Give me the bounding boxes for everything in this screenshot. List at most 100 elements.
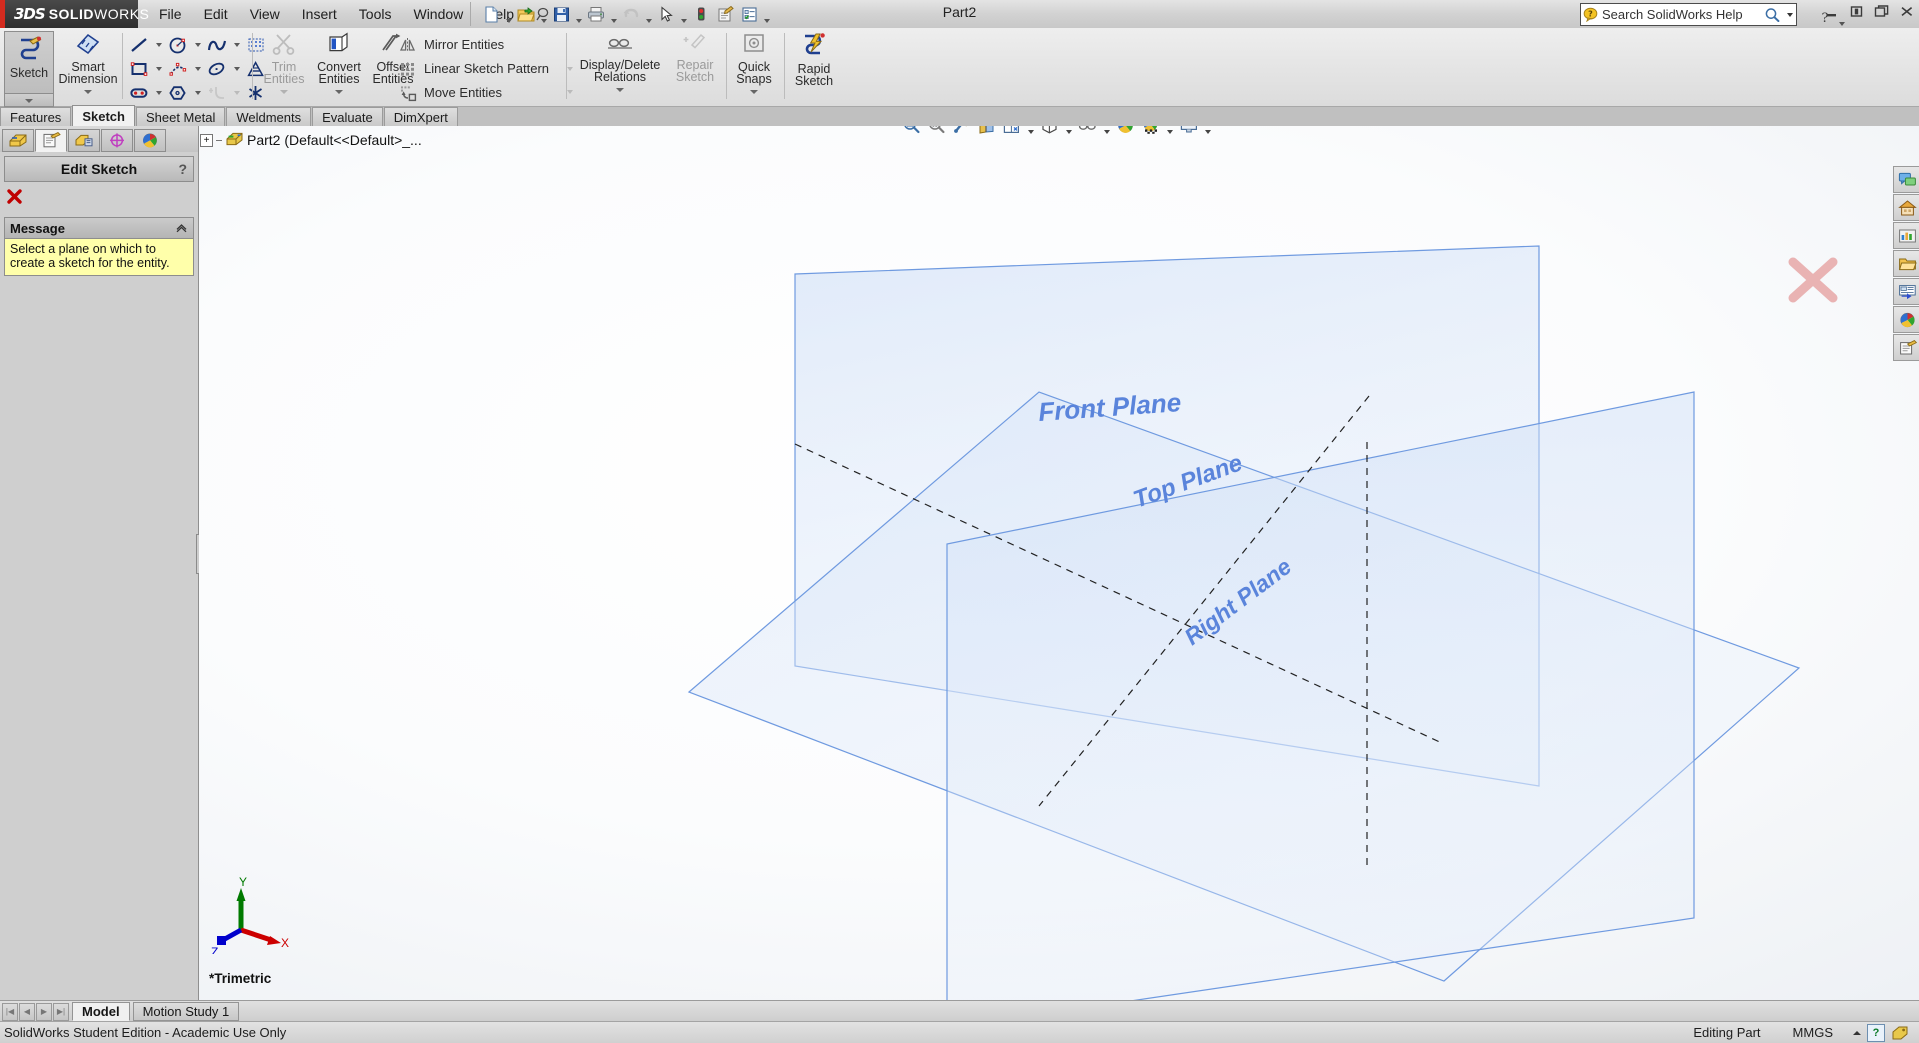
fillet-dropdown[interactable] <box>230 82 243 104</box>
display-delete-relations-icon <box>605 32 635 57</box>
part-document-icon <box>225 130 244 150</box>
sketch-label: Sketch <box>10 67 48 79</box>
tab-weldments[interactable]: Weldments <box>226 107 311 126</box>
dimxpert-icon[interactable] <box>101 129 133 152</box>
repair-sketch-button[interactable]: RepairSketch <box>668 28 722 106</box>
message-box: Message Select a plane on which to creat… <box>4 217 194 276</box>
pattern-tools: Mirror Entities Linear Sketch Pattern Mo… <box>395 28 549 106</box>
ellipse-icon[interactable] <box>204 58 230 80</box>
line-icon[interactable] <box>126 34 152 56</box>
arc-dropdown[interactable] <box>191 58 204 80</box>
rectangle-dropdown[interactable] <box>152 58 165 80</box>
property-manager-icon[interactable] <box>35 129 67 152</box>
status-right-group: Editing Part MMGS ? <box>1677 1024 1913 1042</box>
feature-tree-root[interactable]: + Part2 (Default<<Default>_... <box>200 130 422 150</box>
quick-snaps-label: QuickSnaps <box>736 61 771 85</box>
display-delete-relations-dropdown[interactable] <box>614 85 627 94</box>
search-dropdown[interactable] <box>1783 5 1796 24</box>
last-tab-button[interactable]: ▶| <box>53 1003 69 1021</box>
straight-slot-icon[interactable] <box>126 82 152 104</box>
red-x-cancel-icon[interactable] <box>6 188 23 208</box>
bottom-tab-model[interactable]: Model <box>72 1002 130 1021</box>
configuration-icon[interactable] <box>68 129 100 152</box>
first-tab-button[interactable]: |◀ <box>2 1003 18 1021</box>
units-text[interactable]: MMGS <box>1777 1025 1849 1040</box>
editing-state-text: Editing Part <box>1677 1025 1776 1040</box>
help-icon[interactable]: ? <box>178 161 187 177</box>
next-tab-button[interactable]: ▶ <box>36 1003 52 1021</box>
minimize-icon[interactable] <box>1823 3 1840 20</box>
search-placeholder: Search SolidWorks Help <box>1600 7 1761 22</box>
quick-snaps-dropdown[interactable] <box>748 87 761 96</box>
page-title: Edit Sketch <box>61 161 137 177</box>
svg-text:X: X <box>281 936 289 950</box>
mirror-entities-label[interactable]: Mirror Entities <box>421 37 504 52</box>
tab-features[interactable]: Features <box>0 107 71 126</box>
plus-expand-icon[interactable]: + <box>200 134 213 147</box>
view-orientation-label: *Trimetric <box>209 971 271 986</box>
circle-icon[interactable] <box>165 34 191 56</box>
spline-dropdown[interactable] <box>230 34 243 56</box>
tab-evaluate[interactable]: Evaluate <box>312 107 383 126</box>
rectangle-icon[interactable] <box>126 58 152 80</box>
search-input[interactable]: ? Search SolidWorks Help <box>1580 3 1797 26</box>
polygon-dropdown[interactable] <box>191 82 204 104</box>
svg-text:Y: Y <box>239 875 247 889</box>
trim-entities-button[interactable]: TrimEntities <box>258 28 310 106</box>
tab-sheet-metal[interactable]: Sheet Metal <box>136 107 225 126</box>
linear-pattern-icon[interactable] <box>395 58 421 80</box>
message-title: Message <box>10 221 65 236</box>
property-manager-actions <box>0 185 198 211</box>
move-entities-icon[interactable] <box>395 82 421 104</box>
display-delete-relations-button[interactable]: Display/DeleteRelations <box>572 28 668 106</box>
sketch-entity-tools <box>126 28 269 106</box>
arc-points-icon[interactable] <box>165 58 191 80</box>
sketch-button[interactable]: Sketch <box>4 31 54 99</box>
move-entities-label[interactable]: Move Entities <box>421 85 502 100</box>
restore-icon[interactable] <box>1848 3 1865 20</box>
prev-tab-button[interactable]: ◀ <box>19 1003 35 1021</box>
quick-snaps-button[interactable]: QuickSnaps <box>730 28 778 106</box>
display-manager-icon[interactable] <box>134 129 166 152</box>
magnifier-icon[interactable] <box>1761 5 1783 24</box>
close-icon[interactable] <box>1898 3 1915 20</box>
property-manager-panel: Edit Sketch ? Message Select a plane on … <box>0 126 199 1000</box>
graphics-area[interactable]: Front Plane Top Plane Right Plane Y X Z … <box>199 126 1919 1000</box>
mirror-entities-icon[interactable] <box>395 34 421 56</box>
smart-dimension-icon <box>74 32 102 59</box>
tag-icon[interactable] <box>1887 1025 1913 1041</box>
sketch-fillet-icon[interactable] <box>204 82 230 104</box>
linear-sketch-pattern-label[interactable]: Linear Sketch Pattern <box>421 61 549 76</box>
maximize-icon[interactable] <box>1873 3 1890 20</box>
rapid-sketch-label: RapidSketch <box>795 63 833 87</box>
rapid-sketch-button[interactable]: RapidSketch <box>790 28 838 106</box>
slot-dropdown[interactable] <box>152 82 165 104</box>
spline-icon[interactable] <box>204 34 230 56</box>
display-delete-relations-label: Display/DeleteRelations <box>580 59 661 83</box>
sketch-dropdown[interactable] <box>4 93 54 107</box>
convert-entities-button[interactable]: ConvertEntities <box>310 28 368 106</box>
line-dropdown[interactable] <box>152 34 165 56</box>
smart-dimension-button[interactable]: SmartDimension <box>56 28 120 106</box>
ellipse-dropdown[interactable] <box>230 58 243 80</box>
tab-dimxpert[interactable]: DimXpert <box>384 107 458 126</box>
trim-dropdown[interactable] <box>278 87 291 96</box>
smart-dimension-dropdown[interactable] <box>82 87 95 96</box>
bottom-tab-motion-study[interactable]: Motion Study 1 <box>133 1002 240 1021</box>
feature-tree-icon[interactable] <box>2 129 34 152</box>
chevron-down-icon <box>23 96 36 105</box>
chevron-up-icon[interactable] <box>175 220 188 236</box>
tab-sketch[interactable]: Sketch <box>72 105 135 126</box>
command-manager-tabs: Features Sketch Sheet Metal Weldments Ev… <box>0 106 459 126</box>
status-help-badge[interactable]: ? <box>1867 1024 1885 1042</box>
feature-tree-root-label: Part2 (Default<<Default>_... <box>247 132 422 148</box>
solidworks-window: 3DS SOLIDWORKS File Edit View Insert Too… <box>0 0 1919 1042</box>
message-header[interactable]: Message <box>5 218 193 239</box>
polygon-icon[interactable] <box>165 82 191 104</box>
units-dropdown[interactable] <box>1849 1025 1865 1041</box>
svg-text:?: ? <box>1588 10 1593 19</box>
convert-dropdown[interactable] <box>333 87 346 96</box>
circle-dropdown[interactable] <box>191 34 204 56</box>
help-balloon-icon: ? <box>1581 5 1600 24</box>
quick-snaps-icon <box>741 32 767 59</box>
